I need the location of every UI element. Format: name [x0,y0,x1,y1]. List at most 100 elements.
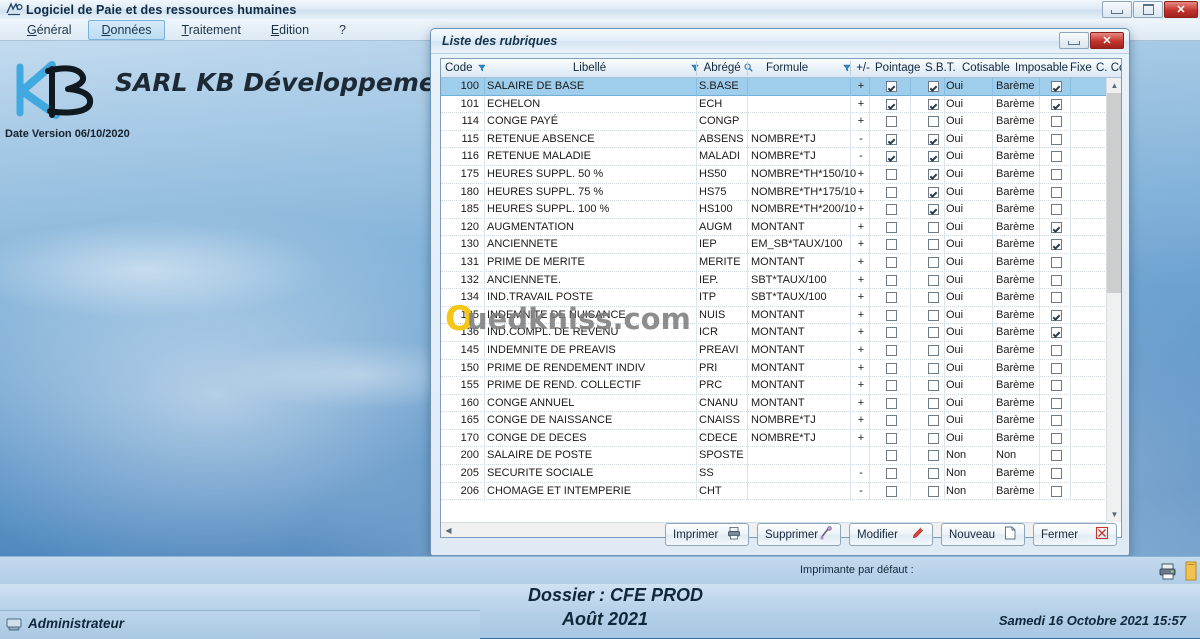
checkbox-sbt[interactable] [927,362,939,374]
checkbox-pointage[interactable] [885,468,897,480]
checkbox-fixe[interactable] [1050,415,1062,427]
table-row[interactable]: 115 RETENUE ABSENCE ABSENS NOMBRE*TJ Oui Barè… [441,130,1121,149]
table-row[interactable]: 145 INDEMNITE DE PREAVIS PREAVI MONTANT Oui B… [441,341,1121,360]
checkbox-fixe[interactable] [1050,468,1062,480]
checkbox-fixe[interactable] [1050,309,1062,321]
checkbox-sbt[interactable] [927,327,939,339]
restore-button[interactable] [1133,1,1163,18]
scroll-up-button[interactable]: ▲ [1107,78,1121,93]
modifier-button[interactable]: Modifier [849,523,933,546]
checkbox-sbt[interactable] [927,204,939,216]
supprimer-button[interactable]: Supprimer [757,523,841,546]
checkbox-fixe[interactable] [1050,292,1062,304]
checkbox-fixe[interactable] [1050,397,1062,409]
checkbox-fixe[interactable] [1050,116,1062,128]
minimize-button[interactable] [1102,1,1132,18]
column-header-imposable[interactable]: Imposable [1015,59,1069,77]
checkbox-pointage[interactable] [885,380,897,392]
menu-item-donnees[interactable]: Données [88,19,165,40]
checkbox-fixe[interactable] [1050,362,1062,374]
checkbox-fixe[interactable] [1050,432,1062,444]
column-header-fixe[interactable]: Fixe [1070,59,1096,77]
checkbox-pointage[interactable] [885,98,897,110]
table-row[interactable]: 130 ANCIENNETE IEP EM_SB*TAUX/100 Oui Barème + [441,236,1121,254]
imprimer-button[interactable]: Imprimer [665,523,749,546]
checkbox-sbt[interactable] [927,116,939,128]
checkbox-sbt[interactable] [927,432,939,444]
checkbox-pointage[interactable] [885,133,897,145]
checkbox-pointage[interactable] [885,327,897,339]
checkbox-sbt[interactable] [927,239,939,251]
checkbox-fixe[interactable] [1050,380,1062,392]
menu-item-edition[interactable]: Edition [258,20,322,40]
checkbox-sbt[interactable] [927,380,939,392]
checkbox-pointage[interactable] [885,274,897,286]
checkbox-fixe[interactable] [1050,151,1062,163]
checkbox-fixe[interactable] [1050,168,1062,180]
vertical-scrollbar[interactable]: ▲ ▼ [1106,78,1121,522]
menu-item-general[interactable]: Général [14,20,84,40]
checkbox-sbt[interactable] [927,397,939,409]
table-row[interactable]: 135 INDEMNITE DE NUISANCE NUIS MONTANT Oui Ba… [441,306,1121,325]
checkbox-pointage[interactable] [885,450,897,462]
checkbox-sbt[interactable] [927,168,939,180]
column-header-code[interactable]: Code [445,59,485,77]
table-row[interactable]: 134 IND.TRAVAIL POSTE ITP SBT*TAUX/100 Oui Ba… [441,289,1121,307]
checkbox-fixe[interactable] [1050,256,1062,268]
column-header-formule[interactable]: Formule [766,59,836,77]
table-row[interactable]: 185 HEURES SUPPL. 100 % HS100 NOMBRE*TH*200… [441,201,1121,219]
document-icon[interactable] [1184,561,1198,581]
checkbox-pointage[interactable] [885,397,897,409]
dialog-minimize-button[interactable] [1059,32,1089,49]
checkbox-pointage[interactable] [885,292,897,304]
table-row[interactable]: 131 PRIME DE MERITE MERITE MONTANT Oui Barème… [441,253,1121,272]
checkbox-pointage[interactable] [885,151,897,163]
printer-icon[interactable] [1158,561,1178,581]
table-row[interactable]: 180 HEURES SUPPL. 75 % HS75 NOMBRE*TH*175/1… [441,183,1121,202]
table-row[interactable]: 205 SECURITE SOCIALE SS Non Barème - [441,465,1121,483]
table-row[interactable]: 101 ECHELON ECH Oui Barème + [441,95,1121,114]
checkbox-fixe[interactable] [1050,485,1062,497]
column-header-cotisable[interactable]: Cotisable [962,59,1014,77]
checkbox-fixe[interactable] [1050,344,1062,356]
column-header-libelle[interactable]: Libellé [487,59,692,77]
checkbox-pointage[interactable] [885,239,897,251]
table-row[interactable]: 170 CONGE DE DECES CDECE NOMBRE*TJ Oui Barème… [441,429,1121,448]
column-header-sbt[interactable]: S.B.T. [925,59,961,77]
checkbox-pointage[interactable] [885,168,897,180]
table-row[interactable]: 165 CONGE DE NAISSANCE CNAISS NOMBRE*TJ Oui B… [441,412,1121,430]
menu-item-traitement[interactable]: Traitement [169,20,254,40]
column-header-ccompta[interactable]: C. Compta [1096,59,1121,77]
checkbox-sbt[interactable] [927,274,939,286]
checkbox-fixe[interactable] [1050,133,1062,145]
fermer-button[interactable]: Fermer [1033,523,1117,546]
table-row[interactable]: 132 ANCIENNETE. IEP. SBT*TAUX/100 Oui Barème + [441,271,1121,290]
column-header-abrege[interactable]: Abrégé [689,59,759,77]
table-row[interactable]: 155 PRIME DE REND. COLLECTIF PRC MONTANT Oui… [441,377,1121,395]
checkbox-sbt[interactable] [927,468,939,480]
dialog-close-button[interactable]: ✕ [1090,32,1124,49]
table-row[interactable]: 100 SALAIRE DE BASE S.BASE Oui Barème + [441,78,1121,96]
checkbox-sbt[interactable] [927,256,939,268]
checkbox-pointage[interactable] [885,362,897,374]
checkbox-fixe[interactable] [1050,204,1062,216]
checkbox-fixe[interactable] [1050,239,1062,251]
column-header-pointage[interactable]: Pointage [875,59,923,77]
checkbox-sbt[interactable] [927,292,939,304]
checkbox-fixe[interactable] [1050,221,1062,233]
checkbox-sbt[interactable] [927,98,939,110]
menu-item-help[interactable]: ? [326,20,359,40]
vertical-scroll-thumb[interactable] [1107,93,1121,293]
checkbox-fixe[interactable] [1050,186,1062,198]
checkbox-sbt[interactable] [927,151,939,163]
checkbox-pointage[interactable] [885,309,897,321]
checkbox-pointage[interactable] [885,221,897,233]
checkbox-fixe[interactable] [1050,450,1062,462]
checkbox-pointage[interactable] [885,116,897,128]
checkbox-pointage[interactable] [885,204,897,216]
checkbox-sbt[interactable] [927,415,939,427]
checkbox-sbt[interactable] [927,485,939,497]
checkbox-sbt[interactable] [927,221,939,233]
checkbox-sbt[interactable] [927,344,939,356]
table-row[interactable]: 200 SALAIRE DE POSTE SPOSTE Non Non [441,447,1121,466]
